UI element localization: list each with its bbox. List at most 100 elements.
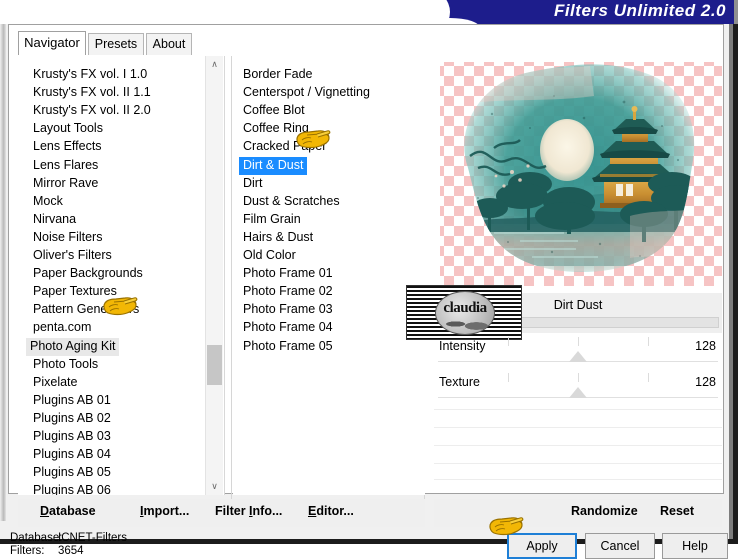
main-panel-frame: Navigator Presets About Krusty's FX vol. I… [8, 24, 724, 527]
pane-divider-1 [231, 56, 232, 499]
toolbar-reset[interactable]: Reset [660, 504, 694, 518]
parameter-empty-row [434, 463, 722, 464]
app-title: Filters Unlimited 2.0 [553, 1, 726, 20]
category-item[interactable]: Oliver's Filters [29, 247, 116, 265]
preview-top-margin [434, 56, 722, 62]
window-right-border [733, 24, 738, 544]
cancel-button[interactable]: Cancel [585, 533, 655, 559]
toolbar-editor[interactable]: Editor... [308, 504, 354, 518]
scroll-down-arrow-icon[interactable]: ∨ [206, 478, 223, 495]
filter-item[interactable]: Coffee Blot [239, 102, 309, 120]
status-database-label: Database: [10, 532, 63, 544]
preview-area[interactable] [434, 56, 722, 286]
slider-tick [648, 337, 649, 346]
category-item[interactable]: Paper Backgrounds [29, 265, 147, 283]
category-item[interactable]: Mock [29, 193, 67, 211]
category-item[interactable]: Mirror Rave [29, 175, 102, 193]
category-item[interactable]: Plugins AB 02 [29, 410, 115, 428]
filter-item[interactable]: Dirt [239, 175, 266, 193]
filter-item[interactable]: Hairs & Dust [239, 229, 317, 247]
category-item[interactable]: Plugins AB 01 [29, 392, 115, 410]
category-item[interactable]: Photo Tools [29, 356, 102, 374]
slider-tick [578, 337, 579, 346]
filter-list[interactable]: Border Fade Centerspot / Vignetting Coffee… [233, 56, 425, 495]
status-filters-row: Filters: 3654 [10, 545, 127, 558]
tab-presets[interactable]: Presets [88, 33, 144, 55]
category-item[interactable]: Pattern Generators [29, 301, 143, 319]
parameter-label: Intensity [439, 339, 486, 353]
apply-button[interactable]: Apply [507, 533, 577, 559]
window-left-bevel [0, 24, 6, 521]
parameter-panel: Dirt Dust claudia Intensity 128 Texture 128 [406, 285, 722, 480]
toolbar-import[interactable]: Import... [140, 504, 189, 518]
category-item[interactable]: Lens Flares [29, 157, 102, 175]
category-item[interactable]: Plugins AB 06 [29, 482, 115, 495]
category-item[interactable]: Krusty's FX vol. II 2.0 [29, 102, 155, 120]
preview-left-margin [434, 56, 440, 286]
filter-item[interactable]: Coffee Ring [239, 120, 313, 138]
status-database-value: ICNET-Filters [58, 532, 127, 544]
watermark-text: claudia [443, 300, 487, 316]
category-item[interactable]: Krusty's FX vol. I 1.0 [29, 66, 151, 84]
toolbar-filter-info[interactable]: Filter Info... [215, 504, 282, 518]
filters-unlimited-window: Filters Unlimited 2.0 Navigator Presets Ab… [0, 0, 738, 559]
slider-tick [648, 373, 649, 382]
category-item[interactable]: Plugins AB 05 [29, 464, 115, 482]
filter-item[interactable]: Photo Frame 05 [239, 338, 337, 356]
category-item[interactable]: Layout Tools [29, 120, 107, 138]
scroll-up-arrow-icon[interactable]: ∧ [206, 56, 223, 73]
category-item[interactable]: Lens Effects [29, 138, 106, 156]
title-bar-right-edge [734, 0, 738, 24]
preview-artwork-svg [464, 64, 695, 273]
category-item[interactable]: Krusty's FX vol. II 1.1 [29, 84, 155, 102]
parameter-label: Texture [439, 375, 480, 389]
category-item[interactable]: Photo Aging Kit [26, 337, 120, 356]
slider-thumb[interactable] [569, 351, 587, 362]
parameter-header: Dirt Dust claudia [406, 285, 722, 340]
filter-item[interactable]: Cracked Paper [239, 138, 330, 156]
slider-thumb[interactable] [569, 387, 587, 398]
filter-item[interactable]: Old Color [239, 247, 300, 265]
filter-item[interactable]: Photo Frame 01 [239, 265, 337, 283]
parameter-row[interactable]: Texture 128 [434, 373, 722, 401]
filter-item[interactable]: Photo Frame 04 [239, 319, 337, 337]
category-item[interactable]: Noise Filters [29, 229, 106, 247]
help-button[interactable]: Help [662, 533, 728, 559]
tab-about[interactable]: About [146, 33, 192, 55]
category-item[interactable]: Plugins AB 03 [29, 428, 115, 446]
parameter-empty-row [434, 479, 722, 480]
toolbar-database[interactable]: Database [40, 504, 96, 518]
filter-item[interactable]: Centerspot / Vignetting [239, 84, 374, 102]
category-item[interactable]: penta.com [29, 319, 95, 337]
category-list-scrollbar[interactable]: ∧ ∨ [205, 56, 223, 495]
category-item[interactable]: Plugins AB 04 [29, 446, 115, 464]
title-bar: Filters Unlimited 2.0 [0, 0, 738, 24]
parameter-empty-row [434, 445, 722, 446]
status-database-row: Database:ICNET-Filters [10, 532, 127, 545]
slider-tick [578, 373, 579, 382]
category-item[interactable]: Nirvana [29, 211, 80, 229]
parameter-value: 128 [695, 339, 716, 353]
category-list[interactable]: Krusty's FX vol. I 1.0 Krusty's FX vol. I… [18, 56, 225, 495]
category-item[interactable]: Pixelate [29, 374, 81, 392]
status-bar: Database:ICNET-Filters Filters: 3654 [10, 532, 127, 558]
left-toolbar: Database Import... Filter Info... Editor... [18, 499, 425, 527]
slider-tick [508, 337, 509, 346]
claudia-watermark: claudia [406, 285, 522, 340]
scrollbar-thumb[interactable] [207, 345, 222, 385]
tab-navigator[interactable]: Navigator [18, 31, 86, 55]
filter-item[interactable]: Photo Frame 03 [239, 301, 337, 319]
filter-item[interactable]: Photo Frame 02 [239, 283, 337, 301]
filter-item[interactable]: Border Fade [239, 66, 316, 84]
parameter-row[interactable]: Intensity 128 [434, 337, 722, 365]
filter-item[interactable]: Dirt & Dust [239, 156, 308, 175]
right-toolbar: Randomize Reset [434, 499, 722, 527]
filter-item[interactable]: Film Grain [239, 211, 305, 229]
parameter-value: 128 [695, 375, 716, 389]
filter-item[interactable]: Dust & Scratches [239, 193, 344, 211]
parameter-empty-row [434, 409, 722, 410]
preview-image [434, 56, 722, 286]
toolbar-randomize[interactable]: Randomize [571, 504, 638, 518]
category-item[interactable]: Paper Textures [29, 283, 121, 301]
slider-tick [508, 373, 509, 382]
